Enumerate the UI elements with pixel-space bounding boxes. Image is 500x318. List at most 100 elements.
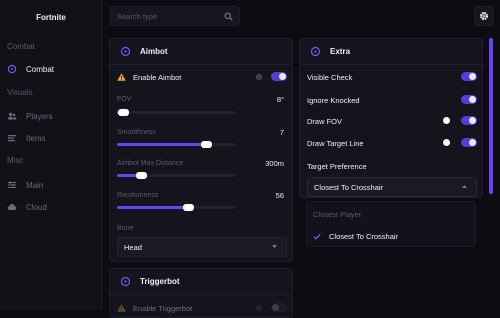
randomness-slider[interactable] — [117, 204, 235, 211]
extra-panel: Extra Visible Check Ignore Knocked Draw … — [299, 38, 483, 198]
max-distance-row: Aimbot Max Distance 300m — [110, 158, 292, 168]
target-preference-select-value: Closest To Crosshair — [314, 182, 384, 192]
enable-triggerbot-label: Enable Triggerbot — [133, 303, 193, 313]
gear-icon — [479, 11, 489, 21]
extra-panel-header: Extra — [300, 39, 482, 65]
search-input[interactable] — [117, 11, 217, 21]
randomness-slider-fill — [117, 206, 188, 209]
panel-title: Aimbot — [140, 47, 168, 56]
cloud-icon — [7, 202, 17, 212]
draw-target-line-row: Draw Target Line — [300, 137, 482, 149]
option-label: Closest To Crosshair — [329, 231, 399, 241]
sidebar: Fortnite Combat Combat Visuals Players I… — [0, 0, 102, 310]
visible-check-label: Visible Check — [307, 72, 353, 82]
smoothness-value: 7 — [279, 127, 284, 137]
target-preference-label: Target Preference — [307, 161, 367, 171]
color-picker-dot[interactable] — [443, 117, 450, 124]
sidebar-section-misc: Misc — [7, 156, 24, 165]
toggle-knob — [469, 139, 476, 146]
triggerbot-panel-header: Triggerbot — [110, 269, 292, 295]
fov-label: FOV — [117, 95, 132, 103]
smoothness-slider-fill — [117, 143, 206, 146]
draw-fov-row: Draw FOV — [300, 115, 482, 127]
visible-check-toggle[interactable] — [461, 72, 477, 81]
toggle-knob — [279, 73, 286, 80]
sidebar-item-items[interactable]: Items — [0, 130, 102, 146]
max-distance-value: 300m — [265, 158, 284, 168]
smoothness-label: Smoothness — [117, 128, 156, 136]
dropdown-option-closest-player[interactable]: Closest Player — [307, 203, 475, 225]
gear-icon[interactable] — [255, 73, 263, 81]
ignore-knocked-row: Ignore Knocked — [300, 94, 482, 106]
aimbot-panel-header: Aimbot — [110, 39, 292, 65]
sidebar-item-label: Players — [26, 111, 53, 121]
scrollbar[interactable] — [489, 38, 493, 194]
color-picker-dot[interactable] — [443, 139, 450, 146]
crosshair-icon — [7, 64, 17, 74]
sidebar-item-players[interactable]: Players — [0, 108, 102, 124]
search-icon[interactable] — [224, 12, 233, 21]
bone-select[interactable]: Head — [117, 237, 287, 257]
bone-row: Bone — [110, 223, 292, 233]
visible-check-row: Visible Check — [300, 71, 482, 83]
enable-triggerbot-row: Enable Triggerbot — [110, 302, 292, 314]
smoothness-slider-thumb[interactable] — [200, 141, 212, 148]
draw-fov-toggle[interactable] — [461, 116, 477, 125]
dropdown-option-closest-to-crosshair[interactable]: Closest To Crosshair — [307, 225, 475, 247]
sidebar-item-label: Main — [26, 180, 44, 190]
target-preference-dropdown: Closest Player Closest To Crosshair — [306, 201, 476, 247]
randomness-slider-thumb[interactable] — [182, 204, 194, 211]
target-preference-row: Target Preference — [300, 160, 482, 172]
randomness-row: Randomness 56 — [110, 190, 292, 200]
search-box[interactable] — [110, 6, 240, 26]
target-preference-select[interactable]: Closest To Crosshair — [307, 177, 477, 197]
randomness-label: Randomness — [117, 191, 159, 199]
bone-label: Bone — [117, 224, 134, 232]
randomness-value: 56 — [275, 190, 284, 200]
settings-button[interactable] — [474, 6, 494, 26]
draw-fov-label: Draw FOV — [307, 116, 343, 126]
ignore-knocked-toggle[interactable] — [461, 95, 477, 104]
enable-aimbot-label: Enable Aimbot — [133, 72, 182, 82]
bone-select-value: Head — [124, 242, 142, 252]
triggerbot-panel: Triggerbot Enable Triggerbot — [109, 268, 293, 318]
crosshair-icon — [310, 46, 321, 57]
users-icon — [7, 111, 17, 121]
chevron-down-icon — [271, 244, 278, 249]
aimbot-panel: Aimbot Enable Aimbot FOV 8° Smoothness 7… — [109, 38, 293, 262]
sidebar-section-combat: Combat — [7, 42, 36, 51]
max-distance-slider-thumb[interactable] — [135, 172, 147, 179]
draw-target-line-label: Draw Target Line — [307, 138, 364, 148]
sliders-icon — [7, 180, 17, 190]
enable-triggerbot-toggle[interactable] — [271, 303, 287, 312]
panel-title: Extra — [330, 47, 351, 56]
enable-aimbot-row: Enable Aimbot — [110, 71, 292, 83]
gear-icon[interactable] — [255, 304, 263, 312]
fov-value: 8° — [276, 94, 284, 104]
fov-slider[interactable] — [117, 109, 235, 116]
draw-target-line-toggle[interactable] — [461, 138, 477, 147]
smoothness-slider[interactable] — [117, 141, 235, 148]
chevron-up-icon — [461, 184, 468, 189]
sidebar-item-cloud[interactable]: Cloud — [0, 199, 102, 215]
app-title: Fortnite — [36, 12, 66, 22]
sidebar-section-visuals: Visuals — [7, 88, 33, 97]
toggle-knob — [469, 96, 476, 103]
ignore-knocked-label: Ignore Knocked — [307, 95, 360, 105]
toggle-knob — [469, 117, 476, 124]
max-distance-label: Aimbot Max Distance — [117, 159, 184, 167]
check-icon — [313, 233, 321, 240]
max-distance-slider[interactable] — [117, 172, 235, 179]
option-label: Closest Player — [313, 209, 362, 219]
sidebar-item-combat[interactable]: Combat — [0, 61, 102, 77]
smoothness-row: Smoothness 7 — [110, 127, 292, 137]
sidebar-item-main[interactable]: Main — [0, 177, 102, 193]
enable-aimbot-toggle[interactable] — [271, 72, 287, 81]
sidebar-item-label: Items — [26, 133, 46, 143]
fov-slider-thumb[interactable] — [117, 109, 129, 116]
list-icon — [7, 133, 17, 143]
sidebar-item-label: Cloud — [26, 202, 47, 212]
toggle-knob — [469, 73, 476, 80]
crosshair-icon — [120, 276, 131, 287]
warning-icon — [117, 304, 126, 312]
